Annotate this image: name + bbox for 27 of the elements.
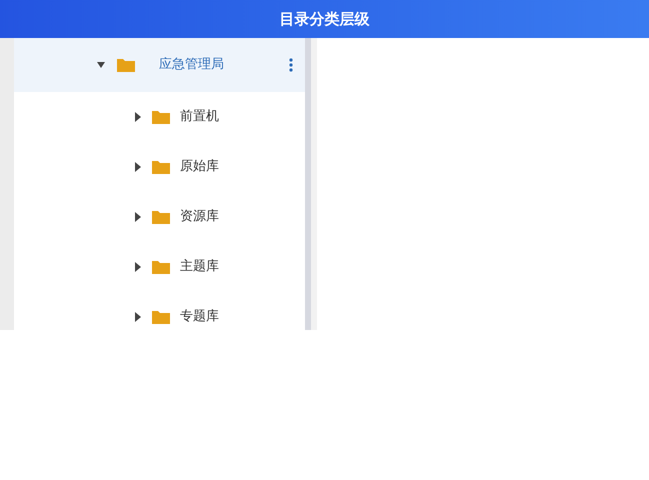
tree-item[interactable]: 前置机 [14, 92, 305, 142]
folder-icon [152, 110, 170, 124]
caret-icon[interactable] [134, 162, 142, 172]
scrollbar[interactable] [305, 38, 311, 330]
tree-label: 专题库 [180, 308, 219, 326]
tree-label: 主题库 [180, 258, 219, 276]
folder-icon [152, 260, 170, 274]
caret-icon[interactable] [97, 60, 105, 70]
folder-icon [152, 310, 170, 324]
tree-label: 原始库 [180, 158, 219, 176]
folder-icon [152, 160, 170, 174]
tree-label: 资源库 [180, 208, 219, 226]
caret-icon[interactable] [134, 262, 142, 272]
page-title: 目录分类层级 [280, 8, 370, 30]
tree-label: 应急管理局 [159, 56, 224, 74]
tree-item[interactable]: 原始库 [14, 142, 305, 192]
tree-item[interactable]: 资源库 [14, 192, 305, 242]
tree-item[interactable]: 应急管理局 [14, 38, 305, 92]
folder-icon [152, 210, 170, 224]
caret-icon[interactable] [134, 312, 142, 322]
more-icon[interactable] [289, 58, 293, 72]
tree-label: 前置机 [180, 108, 219, 126]
tree-item[interactable]: 专题库 [14, 292, 305, 342]
caret-icon[interactable] [134, 212, 142, 222]
folder-icon [117, 58, 135, 72]
tree-item[interactable]: 主题库 [14, 242, 305, 292]
caret-icon[interactable] [134, 112, 142, 122]
